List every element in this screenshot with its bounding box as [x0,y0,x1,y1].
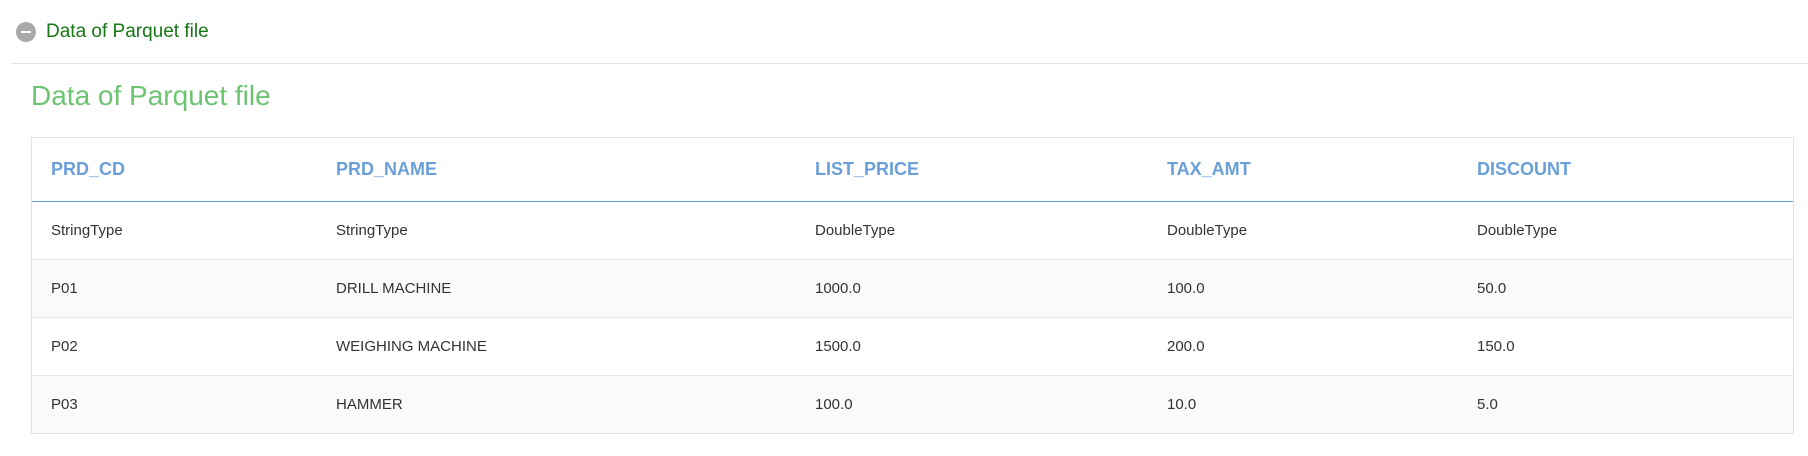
table-cell: 100.0 [1148,259,1458,318]
minus-circle-icon[interactable] [16,21,36,42]
column-header-tax-amt: TAX_AMT [1148,138,1458,202]
table-cell: StringType [317,201,796,260]
column-header-discount: DISCOUNT [1458,138,1793,202]
table-cell: 1000.0 [796,259,1148,318]
section-title: Data of Parquet file [31,80,271,111]
column-header-list-price: LIST_PRICE [796,138,1148,202]
table-cell: 50.0 [1458,259,1793,318]
table-cell: StringType [32,201,317,260]
column-header-prd-cd: PRD_CD [32,138,317,202]
table-header-row: PRD_CD PRD_NAME LIST_PRICE TAX_AMT DISCO… [32,138,1793,202]
table-cell: 200.0 [1148,317,1458,376]
table-cell: 1500.0 [796,317,1148,376]
table-cell: 100.0 [796,375,1148,433]
table-cell: 150.0 [1458,317,1793,376]
data-table: PRD_CD PRD_NAME LIST_PRICE TAX_AMT DISCO… [32,138,1793,433]
table-row: P03 HAMMER 100.0 10.0 5.0 [32,375,1793,433]
table-cell: P02 [32,317,317,376]
table-cell: 10.0 [1148,375,1458,433]
table-cell: 5.0 [1458,375,1793,433]
table-cell: DoubleType [1458,201,1793,260]
table-cell: DRILL MACHINE [317,259,796,318]
table-cell: DoubleType [796,201,1148,260]
collapse-toggle-label[interactable]: Data of Parquet file [46,21,209,43]
collapse-toggle[interactable]: Data of Parquet file [11,0,1808,64]
table-cell: HAMMER [317,375,796,433]
table-row: P02 WEIGHING MACHINE 1500.0 200.0 150.0 [32,317,1793,376]
table-row: P01 DRILL MACHINE 1000.0 100.0 50.0 [32,259,1793,318]
column-header-prd-name: PRD_NAME [317,138,796,202]
data-table-container: PRD_CD PRD_NAME LIST_PRICE TAX_AMT DISCO… [31,137,1794,434]
table-cell: P01 [32,259,317,318]
table-row-types: StringType StringType DoubleType DoubleT… [32,201,1793,260]
table-cell: DoubleType [1148,201,1458,260]
table-cell: P03 [32,375,317,433]
table-cell: WEIGHING MACHINE [317,317,796,376]
